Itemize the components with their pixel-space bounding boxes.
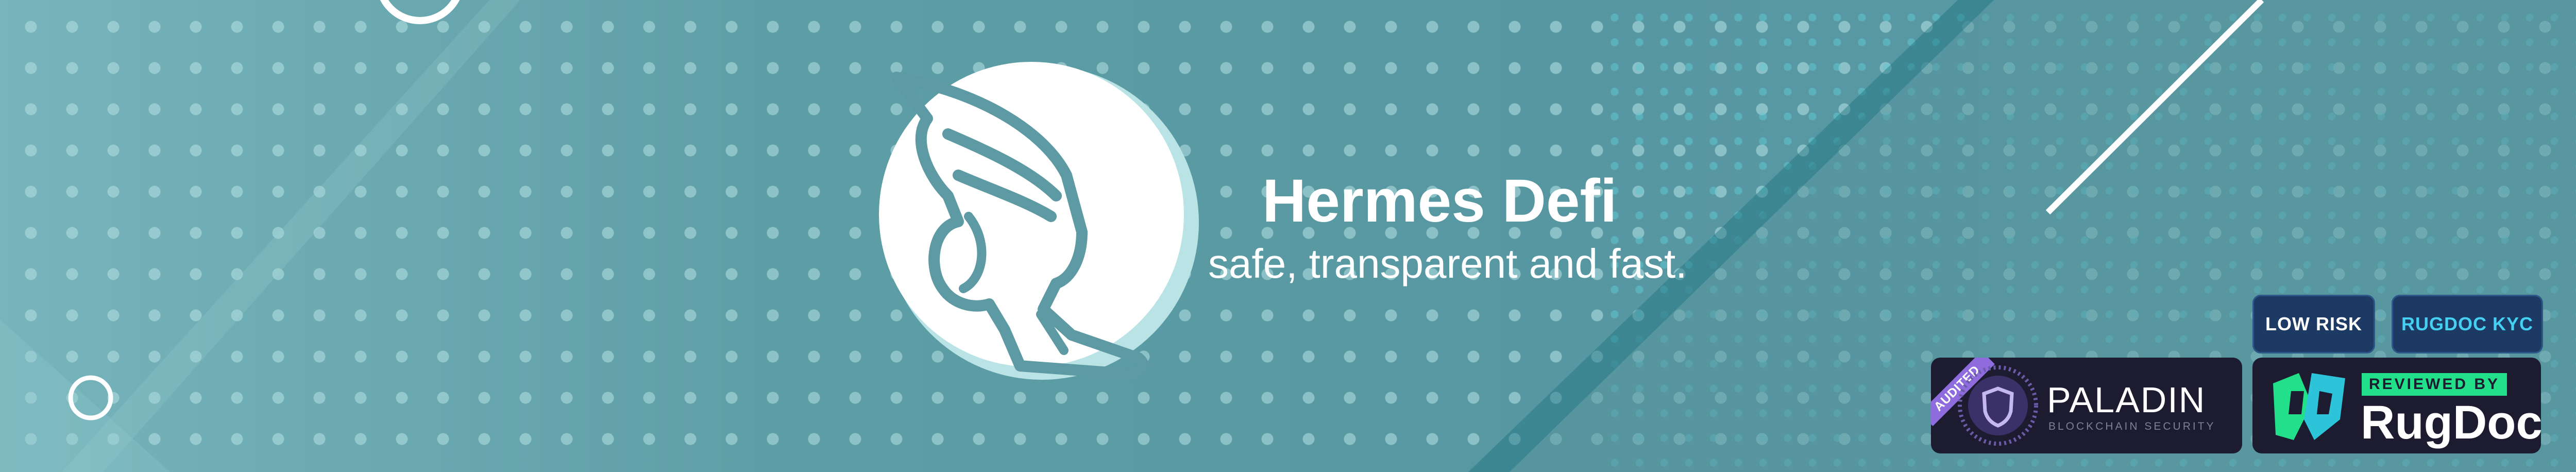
rugdoc-review-badge[interactable]: REVIEWED BY RugDoc bbox=[2252, 358, 2541, 453]
rugdoc-name: RugDoc bbox=[2361, 396, 2541, 449]
paladin-audit-badge[interactable]: AUDITED PALADIN BLOCKCHAIN SECURITY bbox=[1931, 358, 2242, 453]
rugdoc-logo-icon bbox=[2273, 373, 2345, 440]
paladin-subtitle: BLOCKCHAIN SECURITY bbox=[2048, 420, 2216, 432]
winged-foot-icon bbox=[879, 62, 1199, 380]
shield-icon bbox=[1958, 365, 2038, 446]
hermes-defi-banner: Hermes Defi safe, transparent and fast. … bbox=[0, 0, 2576, 472]
rugdoc-kyc-badge[interactable]: RUGDOC KYC bbox=[2392, 295, 2543, 353]
paladin-name: PALADIN bbox=[2047, 380, 2206, 420]
reviewed-by-label: REVIEWED BY bbox=[2362, 373, 2507, 396]
ring-top-decoration bbox=[380, 0, 460, 24]
brand-tagline: safe, transparent and fast. bbox=[1208, 241, 1687, 286]
brand-title: Hermes Defi bbox=[1262, 167, 1617, 235]
low-risk-badge[interactable]: LOW RISK bbox=[2252, 295, 2375, 353]
